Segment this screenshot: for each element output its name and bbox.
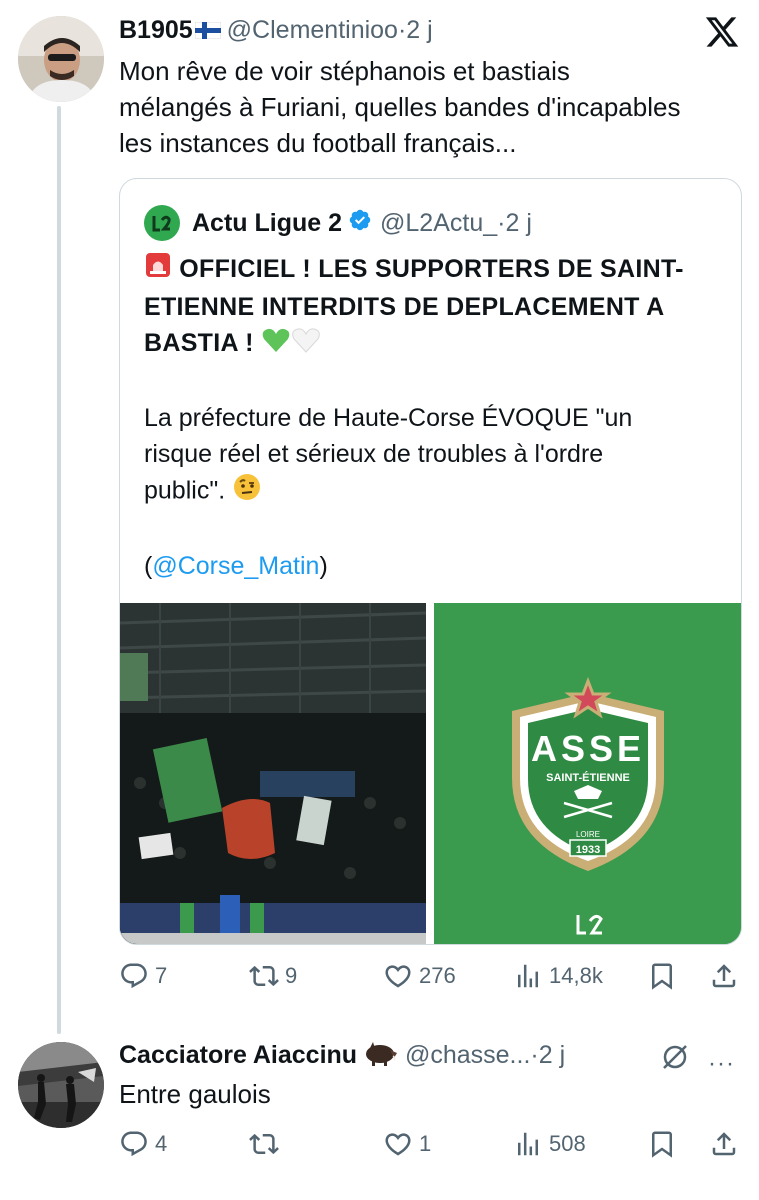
views-button[interactable]: 508 xyxy=(513,1126,586,1162)
tweet-text-line: Mon rêve de voir stéphanois et bastiais xyxy=(119,56,570,86)
media-asse-crest[interactable]: ASSE SAINT-ÉTIENNE LOIRE 1933 xyxy=(434,603,741,944)
thread-connector-line xyxy=(57,106,61,1034)
views-chart-icon xyxy=(518,964,538,988)
views-chart-icon xyxy=(518,1132,538,1156)
separator: · xyxy=(497,208,506,237)
quote-headline-line: BASTIA ! xyxy=(144,325,724,363)
bookmark-icon xyxy=(652,1131,672,1158)
quote-body-line: risque réel et sérieux de troubles à l'o… xyxy=(144,439,604,468)
bookmark-button[interactable] xyxy=(647,958,677,994)
retweet-icon xyxy=(249,1133,279,1155)
crest-subtitle: SAINT-ÉTIENNE xyxy=(546,771,630,784)
retweet-button[interactable] xyxy=(249,1126,285,1162)
views-count: 14,8k xyxy=(549,963,603,988)
views-button[interactable]: 14,8k xyxy=(513,958,603,994)
quote-body-line: La préfecture de Haute-Corse ÉVOQUE "un xyxy=(144,403,633,432)
heart-icon xyxy=(385,1133,411,1156)
retweet-count: 9 xyxy=(285,963,298,988)
bookmark-button[interactable] xyxy=(647,1126,677,1162)
quote-body: OFFICIEL ! LES SUPPORTERS DE SAINT- ETIE… xyxy=(144,251,724,584)
tweet-header: Cacciatore Aiaccinu @chasse...·2 j xyxy=(119,1040,565,1073)
x-logo-icon xyxy=(704,14,740,50)
avatar[interactable] xyxy=(18,16,104,102)
quote-body-line: public". xyxy=(144,472,724,512)
quote-source-line: (@Corse_Matin) xyxy=(144,551,328,580)
timestamp[interactable]: 2 j xyxy=(406,16,432,44)
like-button[interactable]: 276 xyxy=(383,958,456,994)
grok-icon[interactable] xyxy=(660,1042,690,1072)
views-count: 508 xyxy=(549,1131,586,1156)
like-count: 1 xyxy=(419,1131,432,1156)
tweet-text-line: les instances du football français... xyxy=(119,128,517,158)
green-heart-icon xyxy=(261,326,291,364)
raised-eyebrow-emoji-icon xyxy=(232,472,262,512)
retweet-button[interactable]: 9 xyxy=(249,958,297,994)
reply-count: 4 xyxy=(155,1131,168,1156)
share-button[interactable] xyxy=(709,1126,739,1162)
user-handle[interactable]: @chasse... xyxy=(405,1041,530,1069)
reply-count: 7 xyxy=(155,963,168,988)
bookmark-icon xyxy=(652,963,672,990)
tweet-header: B1905 @Clementinioo·2 j xyxy=(119,16,433,46)
quote-timestamp[interactable]: 2 j xyxy=(505,209,531,238)
quote-headline-line: ETIENNE INTERDITS DE DEPLACEMENT A xyxy=(144,293,665,322)
retweet-icon xyxy=(249,965,279,987)
timestamp[interactable]: 2 j xyxy=(539,1041,565,1069)
reply-icon xyxy=(121,963,147,989)
boar-emoji-icon xyxy=(364,1040,398,1073)
separator: · xyxy=(530,1041,539,1070)
share-icon xyxy=(712,964,736,988)
quote-header: Actu Ligue 2 @L2Actu_ · 2 j xyxy=(144,205,532,241)
more-options-button[interactable]: ··· xyxy=(708,1050,735,1078)
quote-display-name[interactable]: Actu Ligue 2 xyxy=(192,209,342,238)
user-handle[interactable]: @Clementinioo xyxy=(227,16,398,44)
actu-ligue2-logo-icon[interactable] xyxy=(144,205,180,241)
reply-icon xyxy=(121,1131,147,1157)
tweet-text-line: mélangés à Furiani, quelles bandes d'inc… xyxy=(119,92,681,122)
crest-title: ASSE xyxy=(531,728,645,769)
crest-year: 1933 xyxy=(576,844,600,856)
display-name[interactable]: B1905 xyxy=(119,16,193,44)
heart-icon xyxy=(385,965,411,988)
like-button[interactable]: 1 xyxy=(383,1126,431,1162)
quote-handle[interactable]: @L2Actu_ xyxy=(380,209,497,238)
crest-region: LOIRE xyxy=(576,830,600,839)
media-photo-stadium-supporters[interactable] xyxy=(120,603,426,944)
tweet-actions: 7 9 276 14,8k xyxy=(119,958,749,994)
finland-flag-icon xyxy=(194,17,222,46)
verified-badge-icon xyxy=(348,208,372,239)
share-button[interactable] xyxy=(709,958,739,994)
siren-emoji-icon xyxy=(144,251,172,289)
like-count: 276 xyxy=(419,963,456,988)
white-heart-icon xyxy=(291,326,321,364)
tweet-actions: 4 1 508 xyxy=(119,1126,749,1162)
share-icon xyxy=(712,1132,736,1156)
tweet-text: Entre gaulois xyxy=(119,1079,271,1109)
reply-button[interactable]: 4 xyxy=(119,1126,167,1162)
avatar[interactable] xyxy=(18,1042,104,1128)
quote-headline-line: OFFICIEL ! LES SUPPORTERS DE SAINT- xyxy=(144,251,724,289)
tweet-text: Mon rêve de voir stéphanois et bastiais … xyxy=(119,53,749,161)
reply-button[interactable]: 7 xyxy=(119,958,167,994)
quoted-tweet-card[interactable]: Actu Ligue 2 @L2Actu_ · 2 j OFFICIEL ! LES … xyxy=(119,178,742,945)
mention-link[interactable]: @Corse_Matin xyxy=(152,552,319,580)
display-name[interactable]: Cacciatore Aiaccinu xyxy=(119,1041,357,1069)
